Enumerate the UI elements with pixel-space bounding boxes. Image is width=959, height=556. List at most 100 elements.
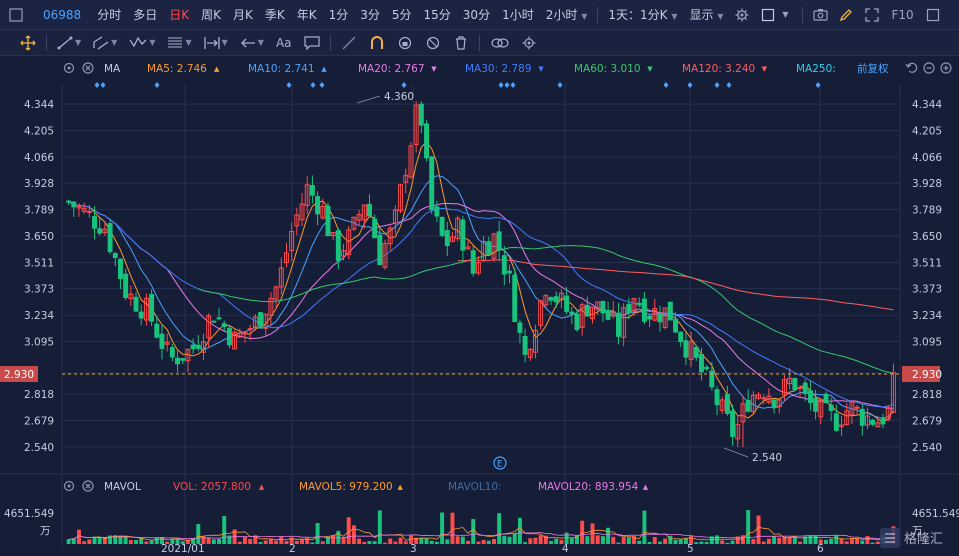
candle-body[interactable] bbox=[553, 296, 559, 303]
candle-body[interactable] bbox=[730, 410, 736, 437]
candle-body[interactable] bbox=[226, 327, 232, 346]
candle-body[interactable] bbox=[517, 322, 523, 333]
range-tool[interactable]: ▼ bbox=[203, 36, 228, 50]
event-diamond-icon[interactable] bbox=[557, 82, 563, 88]
candle-body[interactable] bbox=[880, 417, 886, 425]
zoom-out-icon[interactable] bbox=[923, 62, 935, 74]
candle-body[interactable] bbox=[154, 323, 160, 338]
candle-body[interactable] bbox=[698, 353, 704, 373]
candle-body[interactable] bbox=[813, 397, 819, 412]
vol-settings-icon[interactable] bbox=[63, 480, 75, 492]
candle-body[interactable] bbox=[522, 336, 528, 355]
candle-body[interactable] bbox=[117, 258, 123, 280]
candle-body[interactable] bbox=[615, 312, 621, 337]
reset-icon[interactable] bbox=[905, 62, 918, 73]
toolbar-settings[interactable] bbox=[522, 36, 536, 50]
candle-body[interactable] bbox=[190, 344, 196, 350]
candle-body[interactable] bbox=[854, 406, 860, 409]
tab-monthly-k[interactable]: 月K bbox=[227, 6, 259, 23]
candle-body[interactable] bbox=[169, 347, 175, 358]
candle-body[interactable] bbox=[123, 273, 129, 298]
display-menu[interactable]: 显示 ▼ bbox=[683, 6, 729, 23]
candle-body[interactable] bbox=[133, 296, 139, 312]
tab-multi-day[interactable]: 多日 bbox=[127, 6, 163, 23]
candle-body[interactable] bbox=[211, 320, 217, 323]
candle-body[interactable] bbox=[678, 331, 684, 342]
indicator-settings-icon[interactable] bbox=[63, 62, 75, 74]
candle-body[interactable] bbox=[512, 274, 518, 322]
candle-body[interactable] bbox=[828, 404, 834, 411]
compare-tool[interactable] bbox=[490, 36, 510, 50]
event-diamond-icon[interactable] bbox=[663, 82, 669, 88]
event-diamond-icon[interactable] bbox=[714, 82, 720, 88]
candle-body[interactable] bbox=[564, 295, 570, 312]
candle-body[interactable] bbox=[325, 205, 331, 237]
candle-body[interactable] bbox=[507, 270, 513, 274]
candle-body[interactable] bbox=[460, 219, 466, 251]
line-tool[interactable]: ▼ bbox=[57, 36, 81, 50]
candle-body[interactable] bbox=[159, 333, 165, 349]
tab-quarterly-k[interactable]: 季K bbox=[259, 6, 291, 23]
event-diamond-icon[interactable] bbox=[154, 82, 160, 88]
chevron-down-icon[interactable]: ▼ bbox=[777, 7, 793, 23]
crosshair-move-icon[interactable] bbox=[20, 35, 36, 51]
candle-body[interactable] bbox=[138, 311, 144, 319]
event-diamond-icon[interactable] bbox=[726, 82, 732, 88]
window-icon[interactable] bbox=[925, 7, 941, 23]
candle-body[interactable] bbox=[745, 399, 751, 412]
candle-body[interactable] bbox=[797, 386, 803, 389]
tab-yearly-k[interactable]: 年K bbox=[291, 6, 323, 23]
magnet-tool[interactable] bbox=[369, 35, 385, 50]
candle-body[interactable] bbox=[377, 234, 383, 266]
comment-tool[interactable] bbox=[303, 35, 320, 50]
candle-body[interactable] bbox=[584, 304, 590, 317]
candle-body[interactable] bbox=[548, 297, 554, 301]
tab-15min[interactable]: 15分 bbox=[418, 6, 457, 23]
candle-body[interactable] bbox=[657, 313, 663, 323]
candle-body[interactable] bbox=[569, 311, 575, 315]
event-diamond-icon[interactable] bbox=[510, 82, 516, 88]
candle-body[interactable] bbox=[372, 218, 378, 239]
candle-body[interactable] bbox=[859, 408, 865, 426]
candle-body[interactable] bbox=[66, 200, 72, 203]
candle-body[interactable] bbox=[673, 318, 679, 333]
tab-1hour[interactable]: 1小时 bbox=[496, 6, 540, 23]
candle-body[interactable] bbox=[626, 303, 632, 314]
candle-body[interactable] bbox=[149, 294, 155, 322]
candle-body[interactable] bbox=[86, 210, 92, 213]
candle-body[interactable] bbox=[216, 317, 222, 320]
candle-body[interactable] bbox=[315, 196, 321, 215]
candle-body[interactable] bbox=[309, 184, 315, 196]
candle-body[interactable] bbox=[107, 223, 113, 253]
event-diamond-icon[interactable] bbox=[310, 82, 316, 88]
polyline-tool[interactable]: ▼ bbox=[129, 36, 155, 50]
settings-icon[interactable] bbox=[734, 7, 750, 23]
tab-weekly-k[interactable]: 周K bbox=[195, 6, 227, 23]
hide-tool[interactable] bbox=[425, 36, 441, 50]
camera-icon[interactable] bbox=[812, 7, 828, 23]
candle-body[interactable] bbox=[439, 216, 445, 236]
text-tool[interactable]: Aa bbox=[276, 36, 292, 50]
candle-body[interactable] bbox=[823, 393, 829, 404]
candle-body[interactable] bbox=[833, 413, 839, 431]
fibonacci-tool[interactable]: ▼ bbox=[167, 36, 192, 50]
candle-body[interactable] bbox=[667, 301, 673, 321]
event-diamond-icon[interactable] bbox=[401, 82, 407, 88]
event-diamond-icon[interactable] bbox=[286, 82, 292, 88]
candle-body[interactable] bbox=[258, 312, 264, 327]
candle-body[interactable] bbox=[335, 230, 341, 262]
candle-body[interactable] bbox=[704, 366, 710, 370]
candle-body[interactable] bbox=[434, 206, 440, 217]
candles[interactable] bbox=[66, 101, 896, 447]
kline-chart[interactable]: MA MA5: 2.746 ▲ MA10: 2.741 ▲ MA20: 2.767 ▼ MA… bbox=[0, 56, 959, 556]
event-diamond-icon[interactable] bbox=[94, 82, 100, 88]
candle-body[interactable] bbox=[605, 310, 611, 320]
event-diamond-icon[interactable] bbox=[498, 82, 504, 88]
candle-body[interactable] bbox=[714, 389, 720, 406]
stock-code[interactable]: 06988 bbox=[37, 8, 87, 22]
tab-5min[interactable]: 5分 bbox=[386, 6, 418, 23]
candle-body[interactable] bbox=[424, 123, 430, 159]
event-e-marker[interactable]: E bbox=[493, 456, 507, 470]
candle-body[interactable] bbox=[180, 358, 186, 361]
fullscreen-icon[interactable] bbox=[864, 7, 880, 23]
